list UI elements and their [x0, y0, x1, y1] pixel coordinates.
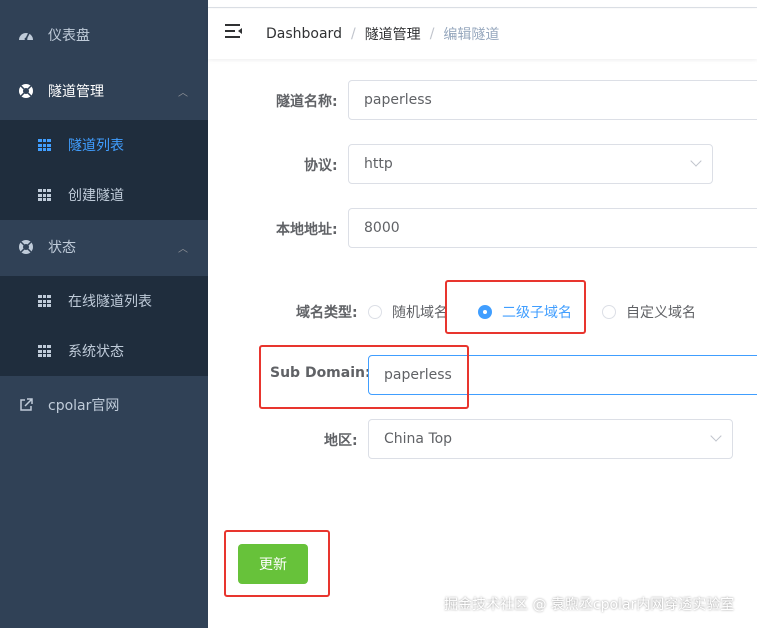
region-select[interactable]: China Top — [368, 419, 733, 459]
region-label: 地区: — [324, 433, 358, 449]
lifebuoy-icon — [18, 83, 34, 99]
radio-random-domain[interactable]: 随机域名 — [368, 302, 448, 322]
protocol-label: 协议: — [304, 158, 338, 174]
hamburger-icon[interactable] — [225, 23, 243, 39]
tunnel-name-input[interactable]: paperless — [348, 80, 757, 120]
lifebuoy-icon — [18, 239, 34, 255]
tunnel-name-label: 隧道名称: — [276, 94, 338, 110]
table-icon — [38, 295, 51, 307]
tunnel-name-value: paperless — [364, 92, 432, 108]
sidebar-item-label: 在线隧道列表 — [68, 294, 152, 310]
sidebar-item-label: 隧道列表 — [68, 138, 124, 154]
region-value: China Top — [384, 431, 453, 447]
chevron-up-icon: ︿ — [178, 87, 188, 99]
watermark: 掘金技术社区 @ 袁煦丞cpolar内网穿透实验室 — [444, 597, 735, 613]
navbar: Dashboard / 隧道管理 / 编辑隧道 — [208, 9, 757, 59]
radio-label: 自定义域名 — [626, 305, 696, 321]
nav-tunnel-management-label: 隧道管理 — [48, 84, 104, 100]
tunnel-submenu: 隧道列表 创建隧道 — [0, 120, 208, 220]
chevron-down-icon — [710, 430, 722, 442]
nav-dashboard[interactable]: 仪表盘 — [0, 12, 208, 58]
nav-cpolar-site-label: cpolar官网 — [48, 398, 120, 414]
sidebar-item-label: 创建隧道 — [68, 188, 124, 204]
breadcrumb-separator: / — [429, 26, 435, 42]
radio-circle-icon — [602, 305, 616, 319]
chevron-down-icon — [690, 155, 702, 167]
external-link-icon — [18, 397, 34, 413]
radio-custom-domain[interactable]: 自定义域名 — [602, 302, 696, 322]
highlight-box-subdomain-field — [259, 345, 469, 409]
domain-type-label: 域名类型: — [296, 305, 358, 321]
sidebar-item-tunnel-list[interactable]: 隧道列表 — [0, 120, 208, 170]
radio-circle-icon — [368, 305, 382, 319]
protocol-value: http — [364, 156, 393, 172]
table-icon — [38, 345, 51, 357]
breadcrumb-section[interactable]: 隧道管理 — [365, 24, 421, 44]
dashboard-icon — [18, 27, 34, 43]
nav-dashboard-label: 仪表盘 — [48, 28, 90, 44]
highlight-box-update-button — [224, 530, 330, 597]
sidebar-item-create-tunnel[interactable]: 创建隧道 — [0, 170, 208, 220]
nav-status-label: 状态 — [48, 240, 76, 256]
top-divider — [208, 0, 757, 8]
status-submenu: 在线隧道列表 系统状态 — [0, 276, 208, 376]
chevron-up-icon: ︿ — [178, 243, 188, 255]
nav-status[interactable]: 状态 ︿ — [0, 224, 208, 270]
breadcrumb: Dashboard / 隧道管理 / 编辑隧道 — [266, 24, 499, 44]
breadcrumb-current: 编辑隧道 — [443, 27, 500, 43]
local-address-input[interactable]: 8000 — [348, 208, 757, 248]
highlight-box-subdomain-radio — [445, 280, 586, 334]
breadcrumb-home[interactable]: Dashboard — [266, 26, 342, 42]
sidebar-item-online-tunnels[interactable]: 在线隧道列表 — [0, 276, 208, 326]
table-icon — [38, 139, 51, 151]
breadcrumb-separator: / — [350, 26, 356, 42]
sidebar-item-system-status[interactable]: 系统状态 — [0, 326, 208, 376]
sidebar: 仪表盘 隧道管理 ︿ 隧道列表 创建隧道 状态 ︿ 在线隧道列表 系统状态 cp… — [0, 0, 208, 628]
sidebar-item-label: 系统状态 — [68, 344, 124, 360]
local-address-value: 8000 — [364, 220, 400, 236]
protocol-select[interactable]: http — [348, 144, 713, 184]
nav-cpolar-site[interactable]: cpolar官网 — [0, 382, 208, 428]
radio-label: 随机域名 — [392, 305, 448, 321]
nav-tunnel-management[interactable]: 隧道管理 ︿ — [0, 68, 208, 114]
table-icon — [38, 189, 51, 201]
local-address-label: 本地地址: — [276, 222, 338, 238]
